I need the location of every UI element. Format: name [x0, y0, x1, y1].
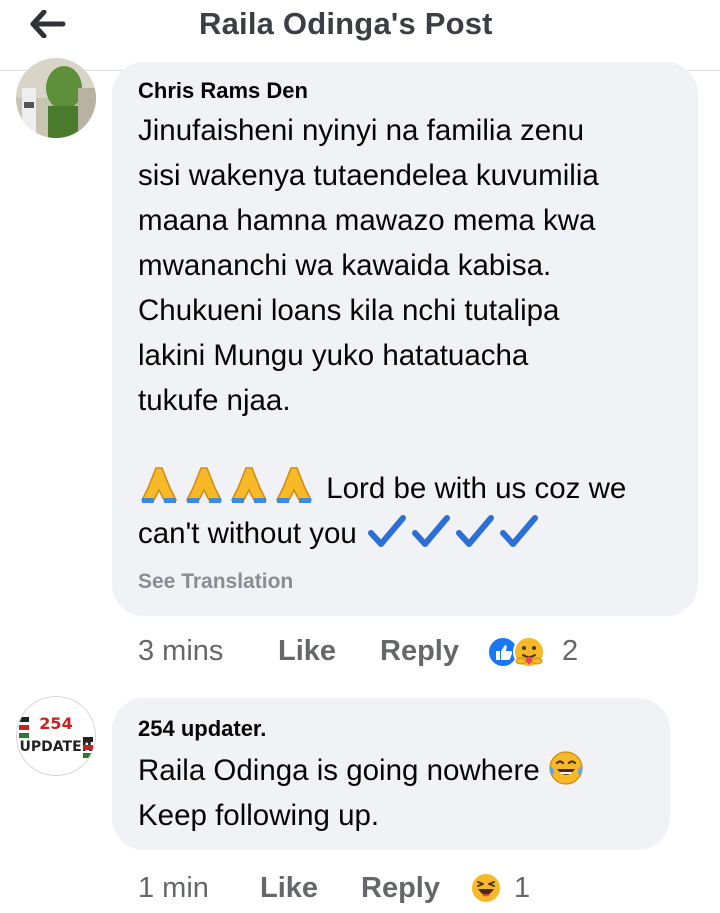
reaction-summary[interactable] [470, 872, 502, 904]
comment-timestamp: 1 min [138, 872, 209, 904]
comment-text-segment: Lord be with us coz we [326, 472, 627, 505]
comment-text-line: Raila Odinga is going nowhere [138, 748, 584, 799]
comment-bubble: 254 updater. Raila Odinga is going nowhe… [112, 698, 670, 850]
reaction-count[interactable]: 1 [514, 870, 530, 906]
comment-bubble: Chris Rams Den Jinufaisheni nyinyi na fa… [112, 62, 698, 616]
comment-text-line: Lord be with us coz we [138, 466, 626, 517]
comment-text-segment: Raila Odinga is going nowhere [138, 754, 540, 787]
like-button[interactable]: Like [278, 633, 336, 669]
profile-photo [16, 58, 96, 138]
praying-hands-emojis [138, 466, 318, 517]
like-button[interactable]: Like [260, 870, 318, 906]
reply-button[interactable]: Reply [380, 633, 459, 669]
comment-text-line: can't without you [138, 511, 541, 562]
top-bar: Raila Odinga's Post [0, 0, 720, 71]
laughing-crying-emoji [548, 750, 584, 799]
comment-text-segment: can't without you [138, 517, 357, 550]
svg-text:254: 254 [39, 714, 72, 733]
reply-button[interactable]: Reply [361, 870, 440, 906]
tears-of-joy-icon [549, 751, 583, 785]
reaction-count[interactable]: 2 [562, 633, 578, 669]
haha-reaction-icon [470, 872, 502, 904]
checkmark-emojis [365, 513, 541, 562]
reaction-summary[interactable] [487, 636, 545, 668]
care-reaction-icon [513, 636, 545, 668]
updater-logo: 254 UPDATER [17, 697, 95, 775]
comment-timestamp: 3 mins [138, 635, 224, 667]
comment-author[interactable]: Chris Rams Den [138, 78, 308, 104]
page-title: Raila Odinga's Post [199, 6, 493, 41]
comment-text-line: Keep following up. [138, 799, 380, 832]
svg-text:UPDATER: UPDATER [20, 739, 93, 755]
back-button[interactable] [24, 4, 72, 44]
checkmark-icon [368, 515, 539, 547]
comment-text: Jinufaisheni nyinyi na familia zenu sisi… [138, 114, 599, 417]
back-arrow-icon [30, 10, 66, 38]
avatar-chris-rams-den[interactable] [16, 58, 96, 138]
see-translation-link[interactable]: See Translation [138, 570, 293, 594]
praying-hands-icon [140, 467, 313, 503]
comment-author[interactable]: 254 updater. [138, 716, 266, 742]
avatar-254-updater[interactable]: 254 UPDATER [16, 696, 96, 776]
